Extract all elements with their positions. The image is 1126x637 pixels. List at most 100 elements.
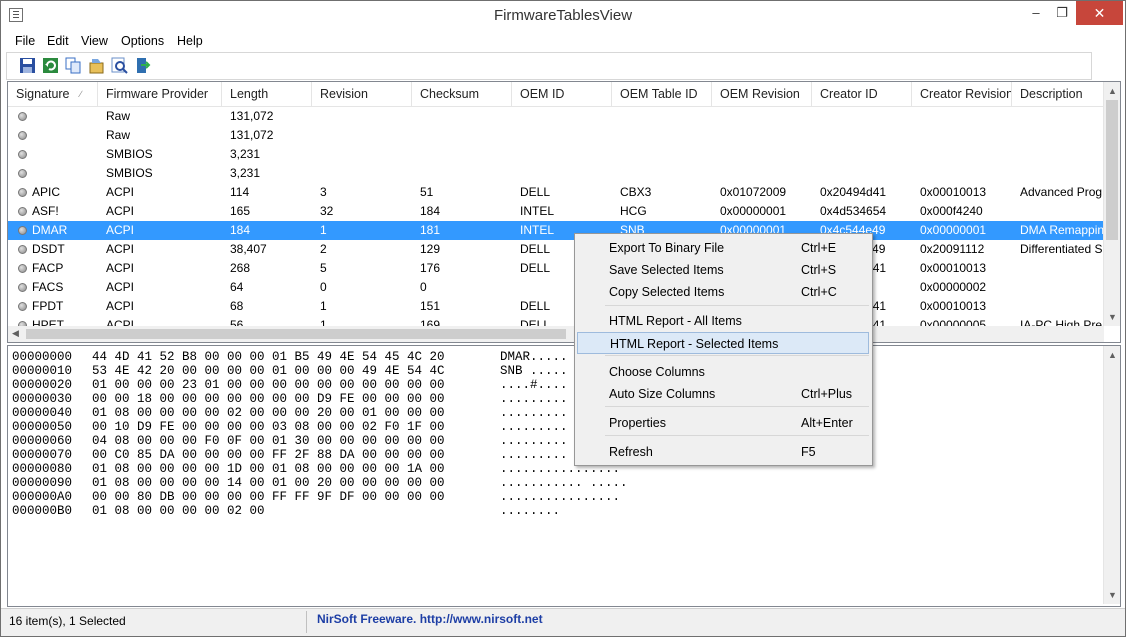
refresh-icon[interactable] <box>42 57 59 74</box>
exit-icon[interactable] <box>134 57 151 74</box>
cell-creator-revision: 0x20091112 <box>920 242 985 256</box>
sort-indicator-icon: ∕ <box>80 89 82 99</box>
title-bar[interactable]: FirmwareTablesView – ❐ ✕ <box>1 1 1125 31</box>
hex-dump-pane[interactable]: 00000000 44 4D 41 52 B8 00 00 00 01 B5 49… <box>7 345 1121 607</box>
hex-ascii: ....#.... <box>500 378 568 392</box>
cell-checksum: 169 <box>420 318 441 326</box>
table-row[interactable]: SMBIOS 3,231 <box>8 164 1104 183</box>
cell-description <box>1012 126 1104 145</box>
table-row[interactable]: HPETACPI561169DELLCBX30x010720090x20494d… <box>8 316 1104 326</box>
maximize-button[interactable]: ❐ <box>1049 1 1075 25</box>
list-horizontal-scrollbar[interactable]: ◀ <box>8 326 1104 342</box>
table-row[interactable]: APIC ACPI 114 3 51 DELL CBX3 0x01072009 0x20494d… <box>8 183 1104 202</box>
hex-ascii: ......... <box>500 406 568 420</box>
cell-length: 3,231 <box>230 147 261 161</box>
table-row[interactable]: FACPACPI2685176DELLCBX30x010720090x20494… <box>8 259 1104 278</box>
hex-scroll-up-icon[interactable]: ▲ <box>1108 350 1117 360</box>
save-icon[interactable] <box>19 57 36 74</box>
ctx-item-save-selected-items[interactable]: Save Selected Items Ctrl+S <box>577 259 868 281</box>
cell-oem-revision: 0x01072009 <box>720 185 787 199</box>
table-row[interactable]: DMAR ACPI 184 1 181 INTEL SNB 0x00000001 0x4c544… <box>8 221 1104 240</box>
cell-firmware-provider: Raw <box>106 128 131 142</box>
hex-bytes: 01 08 00 00 00 00 1D 00 01 08 00 00 00 0… <box>92 462 445 476</box>
properties-icon[interactable] <box>88 57 105 74</box>
ctx-item-label: Copy Selected Items <box>609 285 725 299</box>
menu-file[interactable]: File <box>15 34 35 48</box>
ctx-item-copy-selected-items[interactable]: Copy Selected Items Ctrl+C <box>577 281 868 303</box>
copy-icon[interactable] <box>65 57 82 74</box>
column-header-description[interactable]: Description <box>1012 82 1104 106</box>
cell-length: 184 <box>230 223 251 237</box>
hex-ascii: DMAR..... <box>500 350 568 364</box>
cell-firmware-provider: ACPI <box>106 204 135 218</box>
list-scroll-thumb[interactable] <box>1106 100 1118 240</box>
hex-offset: 00000080 <box>12 462 73 476</box>
list-header: Signature ∕ Firmware Provider Length Revisio… <box>8 82 1104 107</box>
menu-bar: File Edit View Options Help <box>1 31 1125 51</box>
hex-offset: 00000090 <box>12 476 73 490</box>
table-row[interactable]: Raw 131,072 <box>8 107 1104 126</box>
table-row[interactable]: FPDTACPI681151DELLCBX30x010720090x20494d… <box>8 297 1104 316</box>
menu-view[interactable]: View <box>81 34 108 48</box>
list-vertical-scrollbar[interactable]: ▲ ▼ <box>1103 82 1120 326</box>
hex-bytes: 53 4E 42 20 00 00 00 00 01 00 00 00 49 4… <box>92 364 445 378</box>
ctx-item-refresh[interactable]: Refresh F5 <box>577 441 868 463</box>
cell-oem-id <box>512 164 612 183</box>
menu-options[interactable]: Options <box>121 34 164 48</box>
ctx-item-html-report-selected-items[interactable]: HTML Report - Selected Items <box>577 332 869 354</box>
menu-help[interactable]: Help <box>177 34 203 48</box>
menu-edit[interactable]: Edit <box>47 34 69 48</box>
table-row[interactable]: FACS ACPI 64 0 0 0x00000002 <box>8 278 1104 297</box>
column-header-creator-id[interactable]: Creator ID <box>812 82 912 106</box>
ctx-item-label: HTML Report - Selected Items <box>610 337 779 351</box>
hex-ascii: ......... <box>500 392 568 406</box>
status-item-count: 16 item(s), 1 Selected <box>9 614 126 628</box>
list-hscroll-thumb[interactable] <box>26 329 566 339</box>
scroll-left-icon[interactable]: ◀ <box>12 328 19 339</box>
column-header-creator-revision[interactable]: Creator Revision <box>912 82 1012 106</box>
column-header-firmware-provider[interactable]: Firmware Provider <box>98 82 222 106</box>
close-button[interactable]: ✕ <box>1076 1 1123 25</box>
column-header-oem-table-id[interactable]: OEM Table ID <box>612 82 712 106</box>
hex-ascii: ......... <box>500 434 568 448</box>
cell-creator-id <box>812 107 912 126</box>
table-row[interactable]: SMBIOS 3,231 <box>8 145 1104 164</box>
cell-firmware-provider: SMBIOS <box>106 147 153 161</box>
hex-bytes: 44 4D 41 52 B8 00 00 00 01 B5 49 4E 54 4… <box>92 350 445 364</box>
scroll-up-icon[interactable]: ▲ <box>1108 86 1117 96</box>
minimize-button[interactable]: – <box>1023 1 1049 25</box>
cell-length: 165 <box>230 204 251 218</box>
nirsoft-link[interactable]: NirSoft Freeware. http://www.nirsoft.net <box>317 612 543 626</box>
ctx-item-choose-columns[interactable]: Choose Columns <box>577 361 868 383</box>
cell-checksum: 176 <box>420 261 441 275</box>
cell-creator-id: 0x20494d41 <box>820 185 887 199</box>
cell-signature: ASF! <box>8 202 98 221</box>
hex-vertical-scrollbar[interactable]: ▲ ▼ <box>1103 346 1120 604</box>
column-header-signature[interactable]: Signature ∕ <box>8 82 98 106</box>
cell-revision: 1 <box>320 318 327 326</box>
table-row[interactable]: DSDTACPI38,4072129DELLCBX30x000000000x4c… <box>8 240 1104 259</box>
column-header-checksum[interactable]: Checksum <box>412 82 512 106</box>
hex-scroll-down-icon[interactable]: ▼ <box>1108 590 1117 600</box>
ctx-item-export-to-binary-file[interactable]: Export To Binary File Ctrl+E <box>577 237 868 259</box>
column-header-oem-id[interactable]: OEM ID <box>512 82 612 106</box>
ctx-item-properties[interactable]: Properties Alt+Enter <box>577 412 868 434</box>
cell-checksum: 151 <box>420 299 441 313</box>
find-icon[interactable] <box>111 57 128 74</box>
ctx-item-shortcut: Alt+Enter <box>801 416 853 430</box>
tables-list[interactable]: Signature ∕ Firmware Provider Length Revisio… <box>7 81 1121 343</box>
table-status-icon <box>18 188 27 197</box>
ctx-item-auto-size-columns[interactable]: Auto Size Columns Ctrl+Plus <box>577 383 868 405</box>
cell-length: 64 <box>230 280 244 294</box>
table-row[interactable]: ASF! ACPI 165 32 184 INTEL HCG 0x00000001 0x4d53… <box>8 202 1104 221</box>
scroll-down-icon[interactable]: ▼ <box>1108 312 1117 322</box>
ctx-item-html-report-all-items[interactable]: HTML Report - All Items <box>577 310 868 332</box>
cell-firmware-provider: ACPI <box>106 299 135 313</box>
menu-separator <box>605 355 869 356</box>
column-header-length[interactable]: Length <box>222 82 312 106</box>
cell-length: 268 <box>230 261 251 275</box>
table-row[interactable]: Raw 131,072 <box>8 126 1104 145</box>
column-header-revision[interactable]: Revision <box>312 82 412 106</box>
column-header-oem-revision[interactable]: OEM Revision <box>712 82 812 106</box>
hex-offset: 00000050 <box>12 420 73 434</box>
